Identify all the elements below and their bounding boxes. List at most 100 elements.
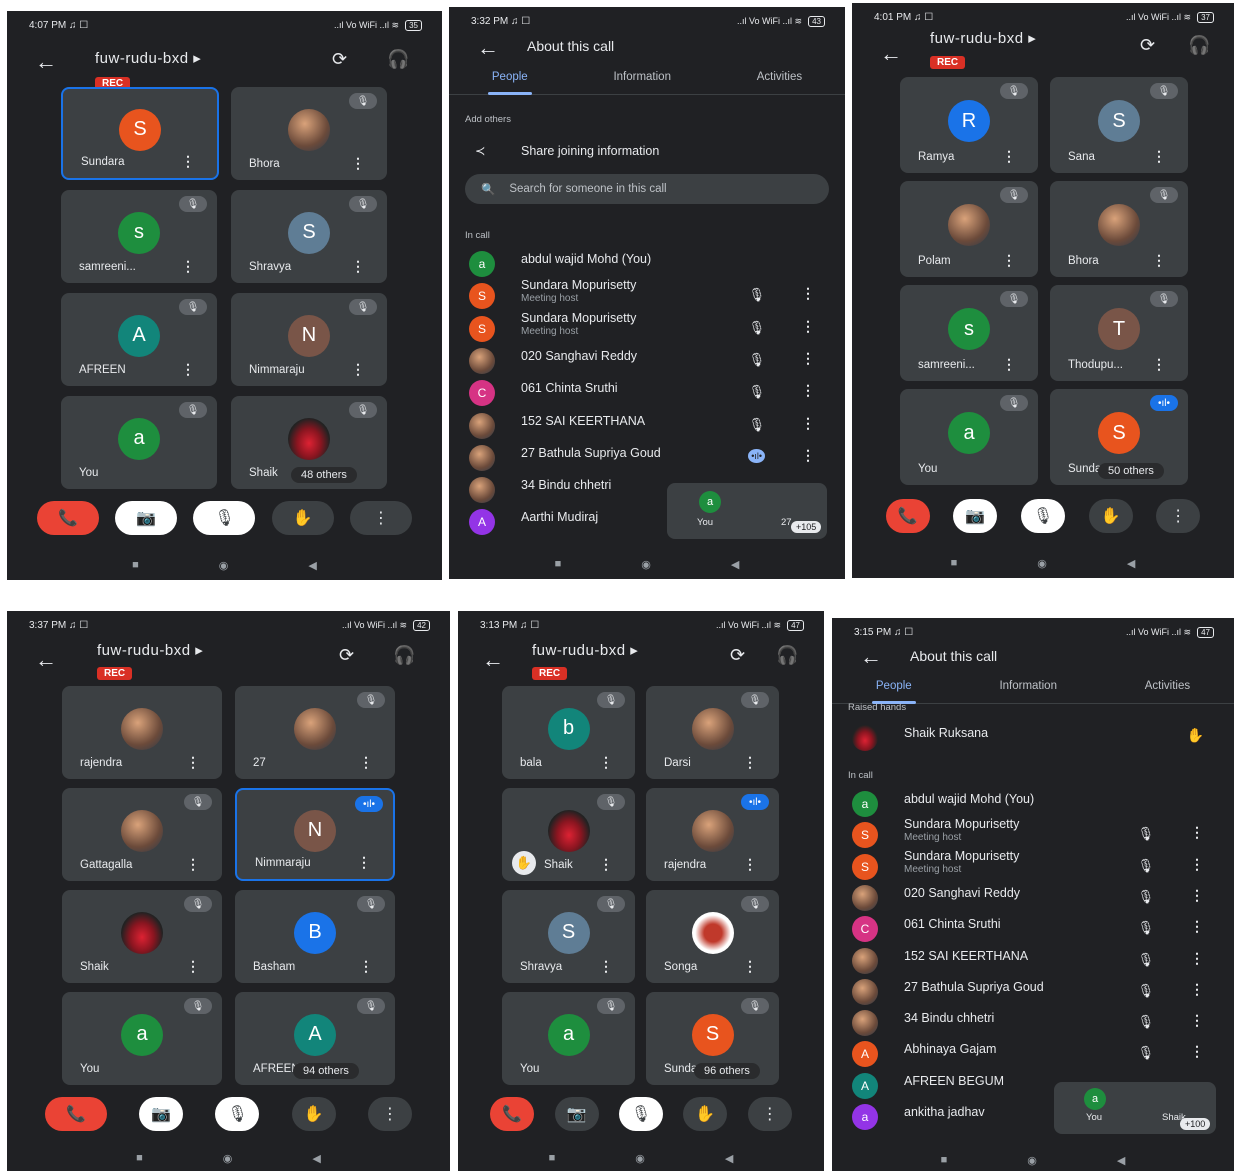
home-icon[interactable]: ◉ xyxy=(1027,1154,1037,1167)
more-options-icon[interactable]: ⋮ xyxy=(1002,252,1016,269)
recent-apps-icon[interactable]: ■ xyxy=(549,1152,556,1164)
more-actions-button[interactable]: ⋮ xyxy=(349,501,412,535)
more-options-icon[interactable]: ⋮ xyxy=(743,958,757,975)
back-nav-icon[interactable]: ◀ xyxy=(312,1152,320,1165)
more-options-icon[interactable]: ⋮ xyxy=(359,754,373,771)
tab-people[interactable]: People xyxy=(871,674,916,704)
more-options-icon[interactable]: ⋮ xyxy=(1190,856,1204,873)
self-tile[interactable]: 🎙 a You xyxy=(502,992,635,1085)
audio-output-icon[interactable]: 🎧 xyxy=(1188,35,1210,56)
raise-hand-button[interactable]: ✋ xyxy=(683,1097,728,1131)
participant-tile[interactable]: 🎙 Bhora ⋮ xyxy=(231,87,387,180)
more-options-icon[interactable]: ⋮ xyxy=(186,856,200,873)
raised-hand-row[interactable]: Shaik Ruksana ✋ xyxy=(852,722,1214,752)
more-options-icon[interactable]: ⋮ xyxy=(186,754,200,771)
more-options-icon[interactable]: ⋮ xyxy=(743,754,757,771)
participant-tile[interactable]: 🎙 ✋ Shaik ⋮ xyxy=(502,788,635,881)
participant-tile[interactable]: 🎙 S Shravya ⋮ xyxy=(502,890,635,983)
participant-tile[interactable]: •ıl• rajendra ⋮ xyxy=(646,788,779,881)
tab-information[interactable]: Information xyxy=(999,674,1057,703)
back-arrow-icon[interactable]: ← xyxy=(35,49,57,75)
participant-row[interactable]: C 061 Chinta Sruthi 🎙 ⋮ xyxy=(852,913,1214,943)
more-options-icon[interactable]: ⋮ xyxy=(801,447,815,464)
more-actions-button[interactable]: ⋮ xyxy=(1156,499,1201,533)
more-options-icon[interactable]: ⋮ xyxy=(181,258,195,275)
raise-hand-button[interactable]: ✋ xyxy=(1088,499,1133,533)
participant-tile[interactable]: 🎙 27 ⋮ xyxy=(235,686,395,779)
recent-apps-icon[interactable]: ■ xyxy=(941,1154,948,1166)
more-options-icon[interactable]: ⋮ xyxy=(1190,950,1204,967)
more-options-icon[interactable]: ⋮ xyxy=(1190,918,1204,935)
more-options-icon[interactable]: ⋮ xyxy=(801,382,815,399)
participant-row[interactable]: C 061 Chinta Sruthi 🎙 ⋮ xyxy=(469,377,825,407)
raise-hand-button[interactable]: ✋ xyxy=(271,501,334,535)
tab-activities[interactable]: Activities xyxy=(1145,674,1190,703)
participant-row[interactable]: S Sundara Mopurisetty Meeting host 🎙 ⋮ xyxy=(852,849,1214,881)
participant-tile[interactable]: 🎙 N Nimmaraju ⋮ xyxy=(231,293,387,386)
audio-output-icon[interactable]: 🎧 xyxy=(393,645,415,666)
home-icon[interactable]: ◉ xyxy=(641,558,651,571)
back-arrow-icon[interactable]: ← xyxy=(35,647,57,673)
recent-apps-icon[interactable]: ■ xyxy=(132,559,139,571)
participant-row[interactable]: S Sundara Mopurisetty Meeting host 🎙 ⋮ xyxy=(852,817,1214,849)
self-tile[interactable]: 🎙 a You xyxy=(61,396,217,489)
back-nav-icon[interactable]: ◀ xyxy=(1127,557,1135,570)
more-options-icon[interactable]: ⋮ xyxy=(1152,148,1166,165)
more-options-icon[interactable]: ⋮ xyxy=(351,258,365,275)
more-options-icon[interactable]: ⋮ xyxy=(801,350,815,367)
participant-row[interactable]: 152 SAI KEERTHANA 🎙 ⋮ xyxy=(469,410,825,440)
participant-row[interactable]: 020 Sanghavi Reddy 🎙 ⋮ xyxy=(852,882,1214,912)
audio-output-icon[interactable]: 🎧 xyxy=(387,49,409,70)
mic-off-button[interactable]: 🎙 xyxy=(193,501,256,535)
others-tile[interactable]: 🎙 A AFREEN 94 others xyxy=(235,992,395,1085)
more-options-icon[interactable]: ⋮ xyxy=(186,958,200,975)
more-options-icon[interactable]: ⋮ xyxy=(599,856,613,873)
participant-tile[interactable]: S Sundara ⋮ xyxy=(61,87,219,180)
participant-tile[interactable]: 🎙 Songa ⋮ xyxy=(646,890,779,983)
more-options-icon[interactable]: ⋮ xyxy=(181,361,195,378)
end-call-button[interactable]: 📞 xyxy=(885,499,930,533)
more-actions-button[interactable]: ⋮ xyxy=(367,1097,412,1131)
picture-in-picture[interactable]: a You 27 +105 xyxy=(667,483,827,539)
mic-off-button[interactable]: 🎙 xyxy=(1020,499,1065,533)
more-options-icon[interactable]: ⋮ xyxy=(743,856,757,873)
meeting-code[interactable]: fuw-rudu-bxd ▸ xyxy=(532,641,638,659)
others-tile[interactable]: 🎙 S Sundara 96 others xyxy=(646,992,779,1085)
others-tile[interactable]: 🎙 Shaik 48 others xyxy=(231,396,387,489)
more-options-icon[interactable]: ⋮ xyxy=(801,285,815,302)
back-arrow-icon[interactable]: ← xyxy=(860,644,882,670)
end-call-button[interactable]: 📞 xyxy=(490,1097,535,1131)
raise-hand-button[interactable]: ✋ xyxy=(291,1097,336,1131)
more-options-icon[interactable]: ⋮ xyxy=(1002,356,1016,373)
participant-tile[interactable]: 🎙 Darsi ⋮ xyxy=(646,686,779,779)
home-icon[interactable]: ◉ xyxy=(223,1152,233,1165)
flip-camera-icon[interactable]: ⟳ xyxy=(1140,35,1155,56)
more-options-icon[interactable]: ⋮ xyxy=(1190,1043,1204,1060)
participant-tile[interactable]: 🎙 S Sana ⋮ xyxy=(1050,77,1188,173)
participant-tile[interactable]: 🎙 Polam ⋮ xyxy=(900,181,1038,277)
more-options-icon[interactable]: ⋮ xyxy=(599,958,613,975)
more-options-icon[interactable]: ⋮ xyxy=(351,155,365,172)
others-tile[interactable]: •ıl• S Sundara 50 others xyxy=(1050,389,1188,485)
participant-tile[interactable]: rajendra ⋮ xyxy=(62,686,222,779)
participant-tile[interactable]: 🎙 T Thodupu... ⋮ xyxy=(1050,285,1188,381)
participant-tile[interactable]: 🎙 R Ramya ⋮ xyxy=(900,77,1038,173)
participant-tile[interactable]: 🎙 s samreeni... ⋮ xyxy=(900,285,1038,381)
tab-activities[interactable]: Activities xyxy=(757,65,802,94)
more-options-icon[interactable]: ⋮ xyxy=(599,754,613,771)
more-options-icon[interactable]: ⋮ xyxy=(357,854,371,871)
more-options-icon[interactable]: ⋮ xyxy=(181,153,195,170)
camera-off-button[interactable]: 📷 xyxy=(115,501,178,535)
participant-tile[interactable]: 🎙 Gattagalla ⋮ xyxy=(62,788,222,881)
participant-row[interactable]: 152 SAI KEERTHANA 🎙 ⋮ xyxy=(852,945,1214,975)
meeting-code[interactable]: fuw-rudu-bxd ▸ xyxy=(95,49,201,67)
camera-off-button[interactable]: 📷 xyxy=(953,499,998,533)
participant-tile[interactable]: •ıl• N Nimmaraju ⋮ xyxy=(235,788,395,881)
camera-off-button[interactable]: 📷 xyxy=(139,1097,184,1131)
participant-row[interactable]: a abdul wajid Mohd (You) xyxy=(852,788,1214,818)
back-arrow-icon[interactable]: ← xyxy=(477,35,499,61)
flip-camera-icon[interactable]: ⟳ xyxy=(730,645,745,666)
back-nav-icon[interactable]: ◀ xyxy=(1117,1154,1125,1167)
participant-row[interactable]: S Sundara Mopurisetty Meeting host 🎙 ⋮ xyxy=(469,311,825,343)
home-icon[interactable]: ◉ xyxy=(635,1152,645,1165)
